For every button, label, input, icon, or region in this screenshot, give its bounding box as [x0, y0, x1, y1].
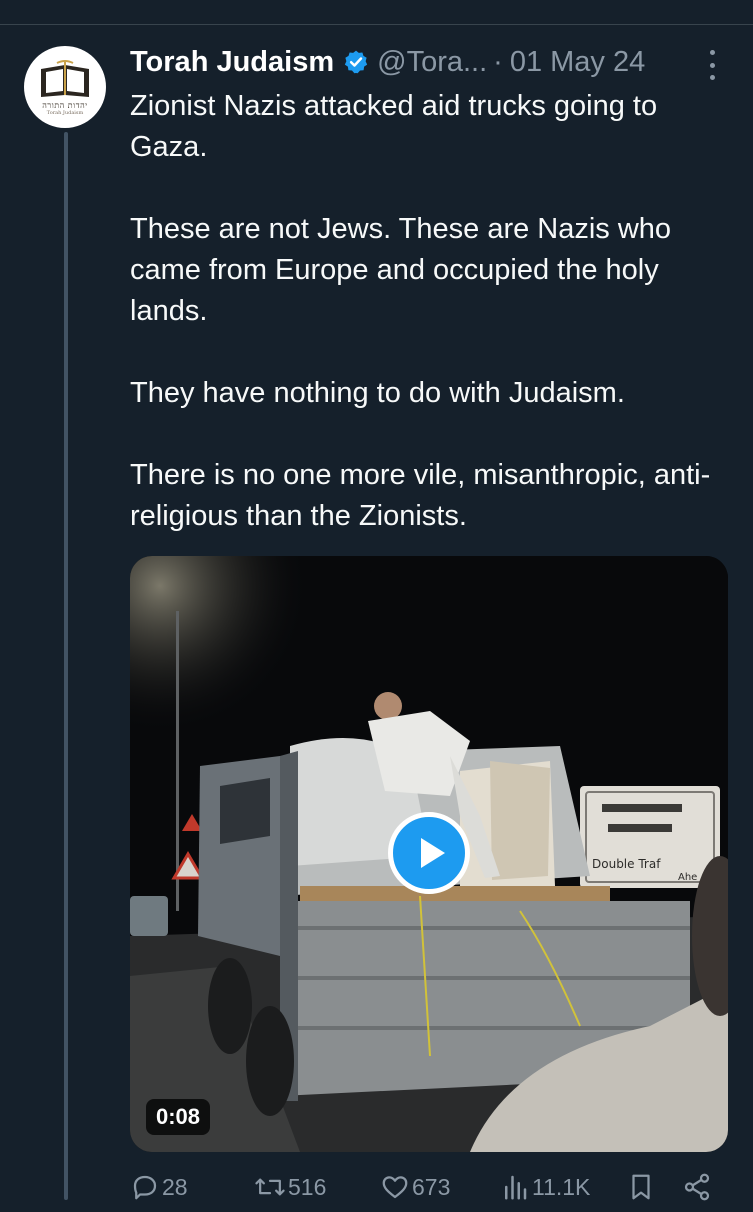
- bookmark-icon: [632, 1174, 650, 1200]
- repost-icon: [255, 1178, 285, 1196]
- author-name[interactable]: Torah Judaism: [130, 46, 334, 79]
- share-icon: [684, 1173, 710, 1201]
- video-duration: 0:08: [146, 1099, 211, 1135]
- repost-button[interactable]: 516: [254, 1172, 326, 1202]
- more-vertical-icon[interactable]: [700, 50, 724, 80]
- views-button[interactable]: 11.1K: [500, 1172, 590, 1202]
- avatar-caption: יהדות התורה: [42, 100, 88, 110]
- play-icon: [420, 838, 445, 868]
- tweet-paragraph-3: They have nothing to do with Judaism.: [130, 377, 625, 409]
- avatar-subcaption: Torah Judaism: [46, 109, 84, 116]
- top-divider: [0, 24, 753, 25]
- sign-text-2: Ahe: [678, 872, 697, 883]
- tweet-header: Torah Judaism @Tora... · 01 May 24: [130, 40, 730, 84]
- video-player[interactable]: Double Traf Ahe 0:08: [130, 556, 728, 1152]
- like-count: 673: [412, 1173, 451, 1200]
- play-button[interactable]: [388, 812, 470, 894]
- share-button[interactable]: [682, 1172, 712, 1202]
- verified-badge-icon[interactable]: [343, 49, 369, 75]
- thread-line: [64, 132, 68, 1200]
- reply-count: 28: [162, 1173, 188, 1200]
- tweet-paragraph-1: Zionist Nazis attacked aid trucks going …: [130, 90, 658, 163]
- like-button[interactable]: 673: [380, 1172, 450, 1202]
- reply-icon: [133, 1175, 157, 1200]
- dot-separator: ·: [493, 45, 503, 78]
- views-count: 11.1K: [532, 1173, 591, 1200]
- repost-count: 516: [288, 1173, 327, 1200]
- tweet-date[interactable]: 01 May 24: [510, 46, 645, 79]
- bookmark-button[interactable]: [626, 1172, 656, 1202]
- avatar[interactable]: יהדות התורה Torah Judaism: [24, 46, 106, 128]
- action-bar: 28 516 673 11.1K: [130, 1172, 730, 1212]
- author-handle[interactable]: @Tora...: [377, 46, 487, 79]
- tweet-text: Zionist Nazis attacked aid trucks going …: [130, 86, 730, 537]
- views-icon: [505, 1175, 527, 1200]
- book-logo-icon: [41, 59, 89, 97]
- like-icon: [382, 1176, 408, 1199]
- reply-button[interactable]: 28: [130, 1172, 188, 1202]
- tweet-paragraph-4: There is no one more vile, misanthropic,…: [130, 459, 711, 532]
- sign-text: Double Traf: [592, 857, 661, 871]
- tweet-paragraph-2: These are not Jews. These are Nazis who …: [130, 213, 672, 327]
